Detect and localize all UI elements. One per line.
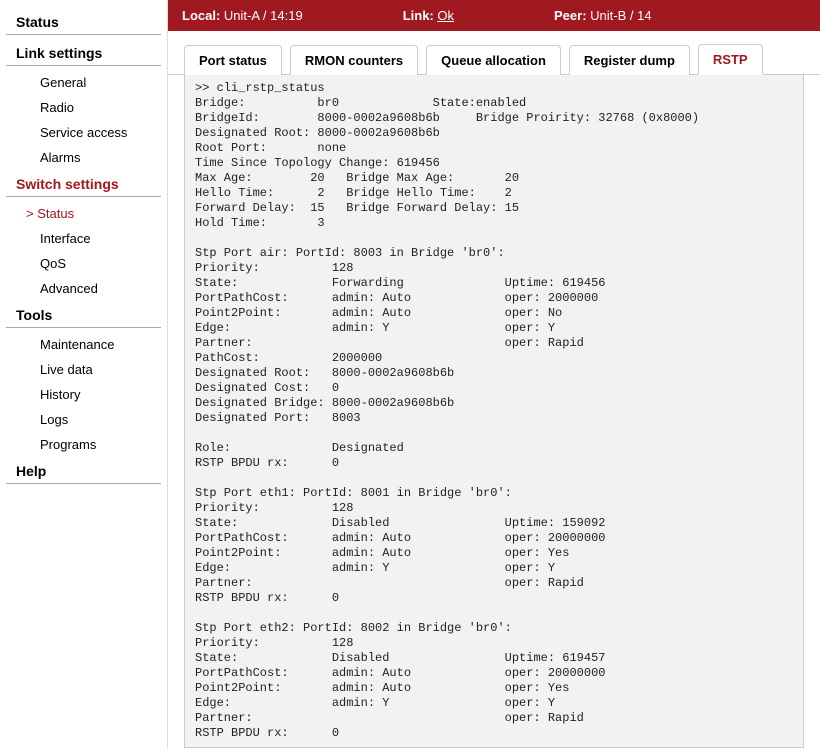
sidebar-item-qos[interactable]: QoS (0, 251, 167, 276)
sidebar-group-link-settings: Link settings (6, 39, 161, 66)
main-panel: Local: Unit-A / 14:19 Link: Ok Peer: Uni… (168, 0, 820, 748)
tab-register-dump[interactable]: Register dump (569, 45, 690, 75)
topbar-local-label: Local: (182, 8, 220, 23)
sidebar-item-service-access[interactable]: Service access (0, 120, 167, 145)
sidebar-item-live-data[interactable]: Live data (0, 357, 167, 382)
tab-rmon-counters[interactable]: RMON counters (290, 45, 418, 75)
sidebar-item-status[interactable]: Status (0, 201, 167, 226)
sidebar-item-advanced[interactable]: Advanced (0, 276, 167, 301)
sidebar-item-programs[interactable]: Programs (0, 432, 167, 457)
sidebar-item-interface[interactable]: Interface (0, 226, 167, 251)
tab-rstp[interactable]: RSTP (698, 44, 763, 75)
sidebar-group-switch-settings: Switch settings (6, 170, 161, 197)
sidebar-group-tools: Tools (6, 301, 161, 328)
tabs: Port status RMON counters Queue allocation… (168, 31, 820, 75)
topbar-peer-value: Unit-B / 14 (590, 8, 651, 23)
topbar-peer-label: Peer: (554, 8, 587, 23)
topbar-local-value: Unit-A / 14:19 (224, 8, 303, 23)
console-output: >> cli_rstp_status Bridge: br0 State:ena… (184, 75, 804, 748)
sidebar-item-alarms[interactable]: Alarms (0, 145, 167, 170)
sidebar-item-history[interactable]: History (0, 382, 167, 407)
sidebar-group-status[interactable]: Status (6, 8, 161, 35)
topbar: Local: Unit-A / 14:19 Link: Ok Peer: Uni… (168, 0, 820, 31)
sidebar: Status Link settings GeneralRadioService a… (0, 0, 168, 748)
sidebar-item-radio[interactable]: Radio (0, 95, 167, 120)
topbar-link-label: Link: (403, 8, 434, 23)
sidebar-group-help[interactable]: Help (6, 457, 161, 484)
tab-queue-allocation[interactable]: Queue allocation (426, 45, 561, 75)
tab-port-status[interactable]: Port status (184, 45, 282, 75)
sidebar-item-logs[interactable]: Logs (0, 407, 167, 432)
sidebar-item-maintenance[interactable]: Maintenance (0, 332, 167, 357)
topbar-link-value[interactable]: Ok (437, 8, 454, 23)
sidebar-item-general[interactable]: General (0, 70, 167, 95)
